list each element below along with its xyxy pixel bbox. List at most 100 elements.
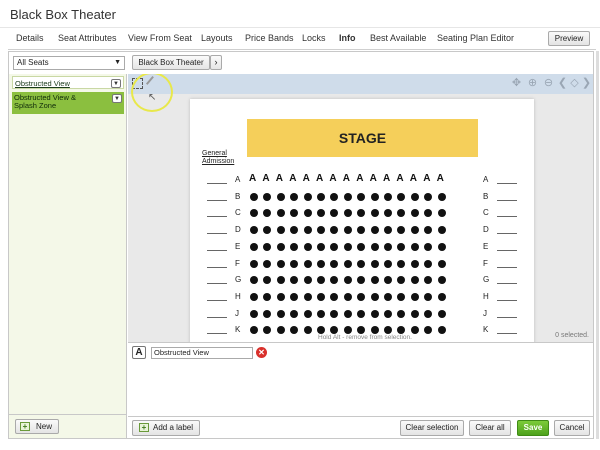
seat[interactable]: [290, 242, 299, 251]
seat[interactable]: A: [410, 173, 417, 184]
seat[interactable]: [276, 209, 285, 218]
seat[interactable]: [410, 226, 419, 235]
seat[interactable]: [276, 276, 285, 285]
seat[interactable]: [276, 242, 285, 251]
seat[interactable]: [357, 192, 366, 201]
seat[interactable]: [330, 309, 339, 318]
seat[interactable]: [290, 226, 299, 235]
seat[interactable]: [343, 209, 352, 218]
seat[interactable]: [290, 292, 299, 301]
label-text-input[interactable]: Obstructed View: [151, 347, 253, 359]
seat[interactable]: A: [343, 173, 350, 184]
seat[interactable]: [357, 309, 366, 318]
seat[interactable]: [437, 259, 446, 268]
seat[interactable]: [357, 209, 366, 218]
row-label-right[interactable]: D: [483, 225, 489, 234]
seat[interactable]: [437, 292, 446, 301]
seat[interactable]: [303, 276, 312, 285]
zoom-out-icon[interactable]: ⊖: [542, 77, 555, 90]
row-label-right[interactable]: F: [483, 259, 488, 268]
seat[interactable]: [437, 326, 446, 335]
seat[interactable]: [303, 192, 312, 201]
seat[interactable]: [263, 309, 272, 318]
text-label-icon[interactable]: A: [132, 346, 146, 359]
seating-canvas[interactable]: ✥ ⊕ ⊖ ❮ ◇ ❯ ↖ STAGE General Admission AA…: [128, 74, 593, 342]
seat[interactable]: [410, 292, 419, 301]
seat[interactable]: [410, 209, 419, 218]
seat[interactable]: [357, 259, 366, 268]
seat[interactable]: A: [289, 173, 296, 184]
row-label-right[interactable]: C: [483, 208, 489, 217]
seat[interactable]: [384, 276, 392, 285]
row-label-left[interactable]: H: [235, 292, 241, 301]
seat[interactable]: [250, 309, 258, 318]
seat[interactable]: [343, 192, 352, 201]
seat[interactable]: [263, 226, 272, 235]
chevron-down-icon[interactable]: ▼: [111, 79, 121, 88]
seat[interactable]: [370, 309, 379, 318]
seat[interactable]: [303, 309, 312, 318]
seat[interactable]: [263, 242, 272, 251]
seat[interactable]: [250, 192, 258, 201]
delete-icon[interactable]: ✕: [256, 347, 267, 358]
seat[interactable]: [343, 309, 352, 318]
seat[interactable]: [276, 292, 285, 301]
seat[interactable]: [397, 292, 406, 301]
row-label-right[interactable]: J: [483, 309, 487, 318]
seat[interactable]: [250, 259, 258, 268]
tab-best-available[interactable]: Best Available: [370, 33, 426, 43]
seat[interactable]: A: [423, 173, 430, 184]
seat[interactable]: [410, 242, 419, 251]
seat[interactable]: [370, 209, 379, 218]
seat[interactable]: [370, 226, 379, 235]
tab-view-from-seat[interactable]: View From Seat: [128, 33, 192, 43]
seat[interactable]: [250, 209, 258, 218]
tab-layouts[interactable]: Layouts: [201, 33, 233, 43]
row-label-right[interactable]: E: [483, 242, 488, 251]
breadcrumb-venue[interactable]: Black Box Theater: [132, 55, 210, 70]
seat-filter-select[interactable]: All Seats ▼: [13, 56, 125, 70]
add-label-button[interactable]: + Add a label: [132, 420, 200, 436]
preview-button[interactable]: Preview: [548, 31, 590, 46]
row-label-left[interactable]: C: [235, 208, 241, 217]
seat[interactable]: [424, 226, 433, 235]
row-label-left[interactable]: D: [235, 225, 241, 234]
seat[interactable]: [343, 226, 352, 235]
seat[interactable]: [303, 292, 312, 301]
seat[interactable]: [317, 226, 325, 235]
seat[interactable]: [343, 292, 352, 301]
seat[interactable]: A: [329, 173, 336, 184]
seat[interactable]: [410, 192, 419, 201]
seat[interactable]: [357, 292, 366, 301]
seat[interactable]: [250, 326, 258, 335]
zone-item-obstructed-splash[interactable]: Obstructed View & Splash Zone ▼: [12, 92, 124, 114]
row-label-left[interactable]: F: [235, 259, 240, 268]
seat[interactable]: [330, 292, 339, 301]
new-zone-button[interactable]: + New: [15, 419, 59, 434]
seat[interactable]: [317, 276, 325, 285]
seat[interactable]: [303, 226, 312, 235]
row-label-right[interactable]: G: [483, 275, 489, 284]
seat[interactable]: [370, 276, 379, 285]
seat[interactable]: [250, 242, 258, 251]
seat[interactable]: [343, 259, 352, 268]
arrow-right-icon[interactable]: ❯: [580, 77, 593, 90]
seat[interactable]: [410, 309, 419, 318]
seat[interactable]: [384, 226, 392, 235]
seat[interactable]: [384, 259, 392, 268]
tab-seating-plan-editor[interactable]: Seating Plan Editor: [437, 33, 514, 43]
seat[interactable]: [424, 242, 433, 251]
seat[interactable]: [317, 192, 325, 201]
seat[interactable]: [330, 276, 339, 285]
pan-icon[interactable]: ✥: [510, 77, 523, 90]
seat[interactable]: [397, 309, 406, 318]
seat[interactable]: [437, 242, 446, 251]
seat[interactable]: [263, 259, 272, 268]
row-label-left[interactable]: K: [235, 325, 240, 334]
clear-all-button[interactable]: Clear all: [469, 420, 511, 436]
seat[interactable]: [276, 259, 285, 268]
row-label-left[interactable]: J: [235, 309, 239, 318]
seat[interactable]: [384, 209, 392, 218]
seat[interactable]: [370, 192, 379, 201]
seat[interactable]: [437, 226, 446, 235]
